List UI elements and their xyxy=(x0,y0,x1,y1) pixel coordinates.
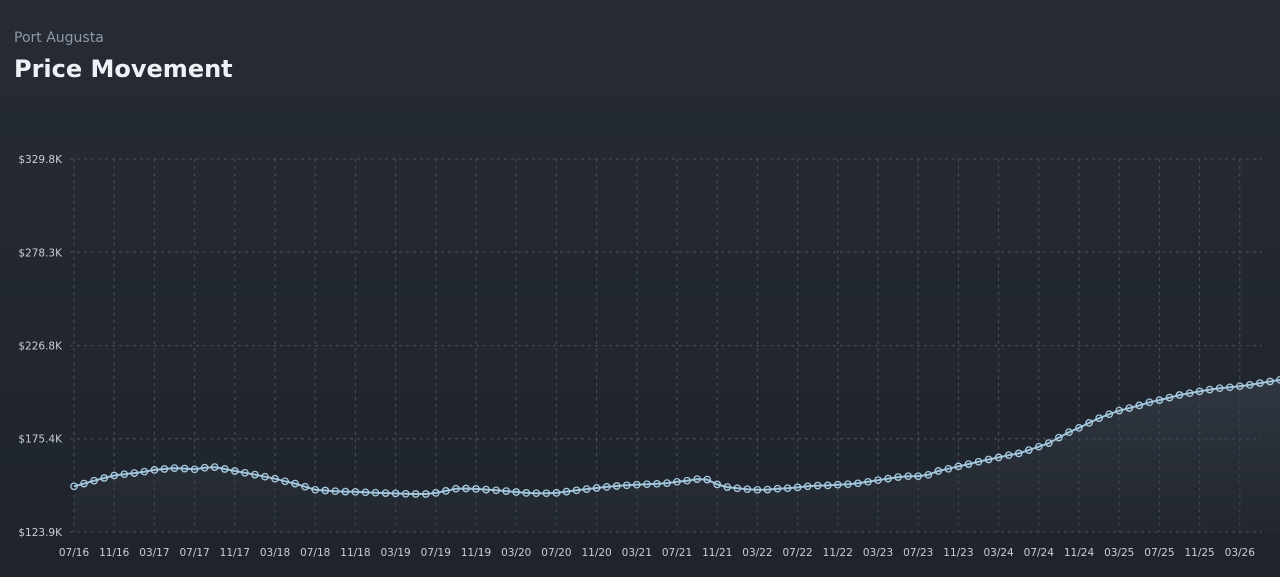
y-tick-label: $175.4K xyxy=(18,434,63,446)
x-tick-label: 03/17 xyxy=(139,547,169,559)
x-tick-label: 07/22 xyxy=(782,547,812,559)
x-tick-label: 03/20 xyxy=(501,547,531,559)
x-tick-label: 03/22 xyxy=(742,547,772,559)
price-chart: $123.9K $175.4K $226.8K $278.3K $329.8K 07/1… xyxy=(18,154,1280,559)
x-tick-label: 07/17 xyxy=(179,547,209,559)
y-tick-label: $329.8K xyxy=(18,154,63,166)
x-tick-label: 11/20 xyxy=(581,547,611,559)
y-tick-label: $278.3K xyxy=(18,247,63,259)
x-tick-label: 03/19 xyxy=(380,547,410,559)
x-tick-label: 03/21 xyxy=(622,547,652,559)
x-tick-label: 11/23 xyxy=(943,547,973,559)
x-tick-label: 07/24 xyxy=(1024,547,1055,559)
x-tick-label: 03/26 xyxy=(1225,547,1256,559)
x-tick-label: 11/19 xyxy=(461,547,491,559)
x-tick-label: 11/17 xyxy=(220,547,250,559)
x-tick-label: 03/25 xyxy=(1104,547,1134,559)
x-tick-label: 11/24 xyxy=(1064,547,1095,559)
x-tick-label: 11/16 xyxy=(99,547,130,559)
x-tick-label: 07/25 xyxy=(1144,547,1174,559)
x-tick-label: 07/18 xyxy=(300,547,330,559)
x-tick-label: 11/18 xyxy=(340,547,370,559)
x-axis-ticks: 07/16 11/16 03/17 07/17 11/17 03/18 07/18 11/18… xyxy=(59,547,1255,559)
x-tick-label: 03/24 xyxy=(983,547,1014,559)
x-tick-label: 03/18 xyxy=(260,547,290,559)
x-tick-label: 03/23 xyxy=(863,547,893,559)
x-tick-label: 07/19 xyxy=(421,547,451,559)
x-tick-label: 11/21 xyxy=(702,547,732,559)
y-tick-label: $123.9K xyxy=(18,527,63,539)
x-tick-label: 07/20 xyxy=(541,547,571,559)
x-tick-label: 11/25 xyxy=(1184,547,1214,559)
y-axis-ticks: $123.9K $175.4K $226.8K $278.3K $329.8K xyxy=(18,154,63,539)
y-tick-label: $226.8K xyxy=(18,341,63,353)
chart-panel: Port Augusta Price Movement $123.9K $175.… xyxy=(0,0,1280,577)
x-tick-label: 07/23 xyxy=(903,547,933,559)
x-tick-label: 11/22 xyxy=(823,547,853,559)
x-tick-label: 07/16 xyxy=(59,547,90,559)
x-tick-label: 07/21 xyxy=(662,547,692,559)
